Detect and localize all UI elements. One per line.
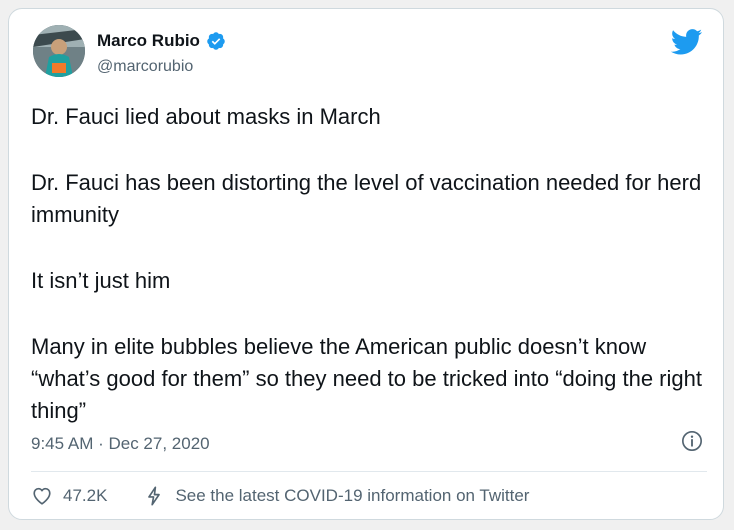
covid-info-text: See the latest COVID-19 information on T… bbox=[175, 486, 530, 505]
divider bbox=[31, 471, 707, 472]
tweet-paragraph: Dr. Fauci lied about masks in March bbox=[31, 104, 381, 129]
twitter-bird-icon[interactable] bbox=[671, 29, 703, 55]
like-button[interactable]: 47.2K bbox=[31, 485, 107, 507]
avatar[interactable] bbox=[33, 25, 85, 77]
lightning-bolt-icon bbox=[148, 486, 161, 506]
like-count: 47.2K bbox=[63, 486, 108, 505]
tweet-paragraph: Dr. Fauci has been distorting the level … bbox=[31, 170, 702, 227]
info-icon[interactable] bbox=[681, 430, 703, 452]
avatar-image bbox=[33, 25, 85, 77]
tweet-card: Marco Rubio @marcorubio Dr. Fauci lied a… bbox=[8, 8, 724, 520]
verified-badge-icon bbox=[207, 32, 225, 50]
tweet-timestamp[interactable]: 9:45 AM · Dec 27, 2020 bbox=[31, 434, 210, 454]
author-name[interactable]: Marco Rubio bbox=[97, 31, 200, 51]
tweet-text: Dr. Fauci lied about masks in March Dr. … bbox=[31, 101, 711, 427]
tweet-paragraph: It isn’t just him bbox=[31, 268, 171, 293]
tweet-paragraph: Many in elite bubbles believe the Americ… bbox=[31, 334, 702, 423]
covid-info-link[interactable]: See the latest COVID-19 information on T… bbox=[143, 485, 529, 507]
tweet-actions: 47.2K See the latest COVID-19 informatio… bbox=[31, 485, 529, 507]
author-handle[interactable]: @marcorubio bbox=[97, 58, 193, 76]
heart-icon bbox=[33, 487, 51, 505]
